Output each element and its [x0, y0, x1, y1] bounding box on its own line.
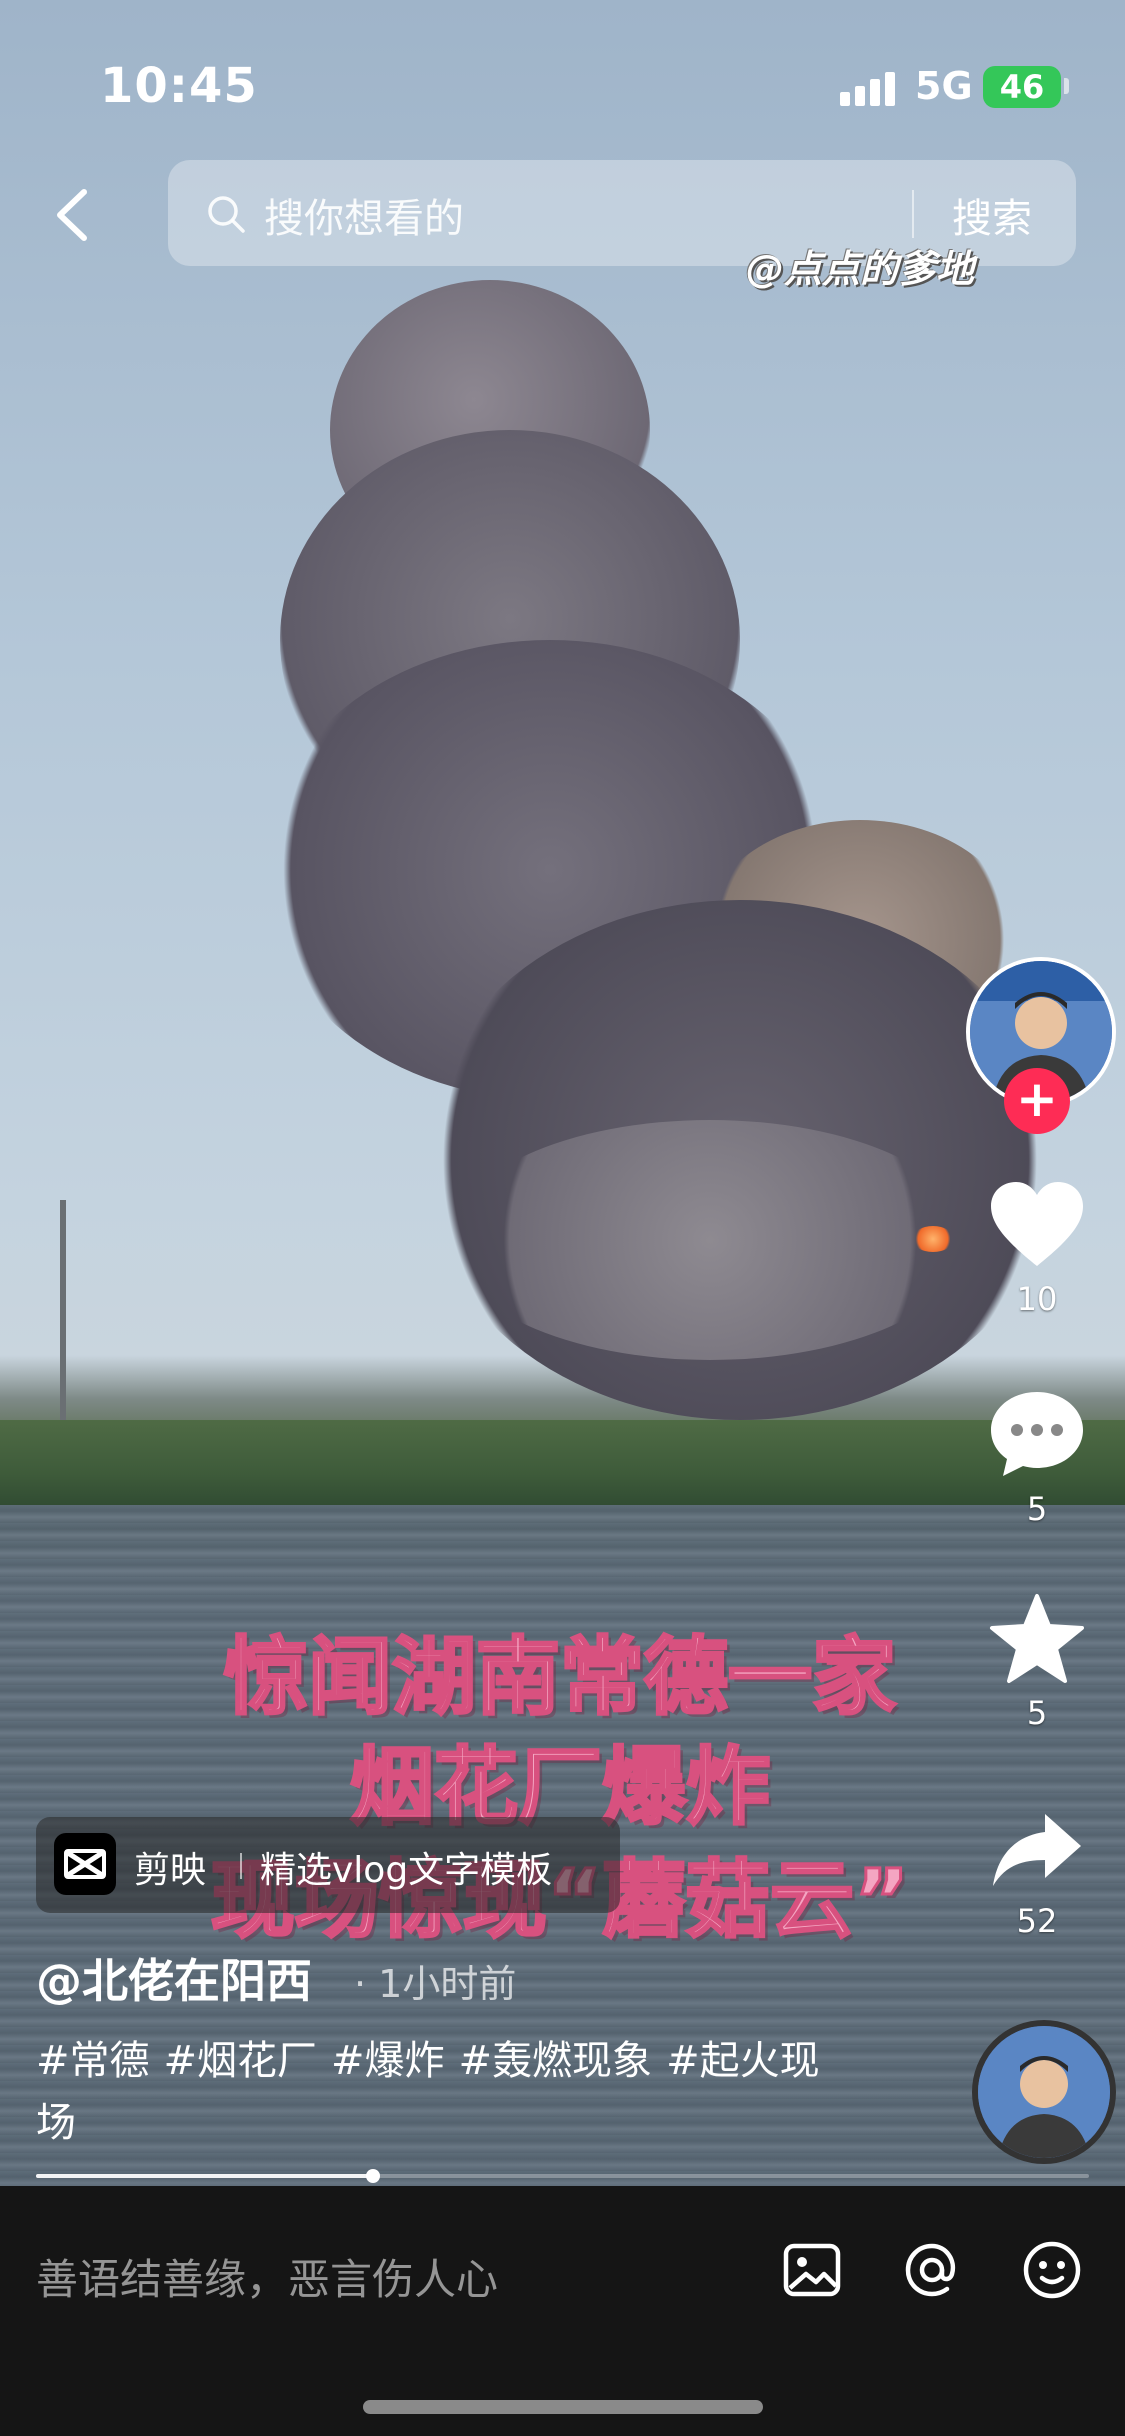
like-count: 10	[1016, 1280, 1058, 1318]
clock: 10:45	[100, 58, 258, 114]
comment-input[interactable]: 善语结善缘，恶言伤人心	[36, 2246, 498, 2307]
home-indicator	[363, 2400, 763, 2414]
music-disc[interactable]	[972, 2020, 1116, 2164]
comment-count: 5	[1026, 1490, 1048, 1528]
search-divider	[912, 190, 914, 238]
smoke-cloud	[450, 1120, 970, 1360]
plus-icon: +	[1016, 1070, 1058, 1128]
playback-progress-bar[interactable]	[36, 2169, 1089, 2183]
video-watermark: @点点的爹地	[746, 247, 975, 291]
comment-button[interactable]: 5	[962, 1388, 1112, 1528]
capcut-logo-icon	[54, 1833, 116, 1895]
template-divider	[240, 1853, 242, 1879]
search-input[interactable]: 搜你想看的	[264, 186, 464, 244]
heart-icon	[991, 1182, 1083, 1266]
playback-progress-fill	[36, 2174, 373, 2178]
status-bar: 10:45 5G 46	[0, 0, 1125, 150]
follow-button[interactable]: +	[1004, 1068, 1070, 1134]
template-description: 精选vlog文字模板	[260, 1850, 553, 1891]
hashtag-list: #常德 #烟花厂 #爆炸 #轰燃现象 #起火现场	[36, 2030, 856, 2154]
radio-tower	[60, 1200, 66, 1430]
hashtag[interactable]: #轰燃现象	[459, 2038, 653, 2084]
comment-bar: 善语结善缘，恶言伤人心	[0, 2186, 1125, 2436]
search-button[interactable]: 搜索	[952, 186, 1032, 244]
template-badge[interactable]: 剪映 精选vlog文字模板	[36, 1817, 620, 1913]
network-type: 5G	[915, 64, 973, 108]
comment-icon	[991, 1392, 1083, 1476]
playback-scrubber[interactable]	[365, 2169, 380, 2183]
post-time: · 1小时前	[354, 1962, 517, 2006]
mention-icon[interactable]	[900, 2238, 964, 2302]
author-name[interactable]: @北佬在阳西	[36, 1945, 312, 2011]
headline-line-1: 惊闻湖南常德一家	[222, 1628, 897, 1726]
battery-icon: 46	[983, 66, 1061, 108]
chevron-left-icon	[57, 189, 87, 241]
battery-level: 46	[999, 68, 1045, 106]
emoji-icon[interactable]	[1020, 2238, 1084, 2302]
hashtag[interactable]: #烟花厂	[164, 2038, 318, 2084]
hashtag[interactable]: #常德	[36, 2038, 150, 2084]
template-app-name: 剪映	[134, 1850, 207, 1891]
fire-glow	[912, 1226, 954, 1252]
back-button[interactable]	[40, 180, 110, 250]
hashtag[interactable]: #爆炸	[331, 2038, 445, 2084]
image-icon[interactable]	[780, 2238, 844, 2302]
like-button[interactable]: 10	[962, 1180, 1112, 1318]
search-icon	[208, 196, 245, 233]
cellular-signal-icon	[840, 72, 900, 106]
battery-tip	[1064, 78, 1069, 94]
music-disc-avatar	[978, 2026, 1110, 2158]
shoreline	[0, 1420, 1125, 1510]
